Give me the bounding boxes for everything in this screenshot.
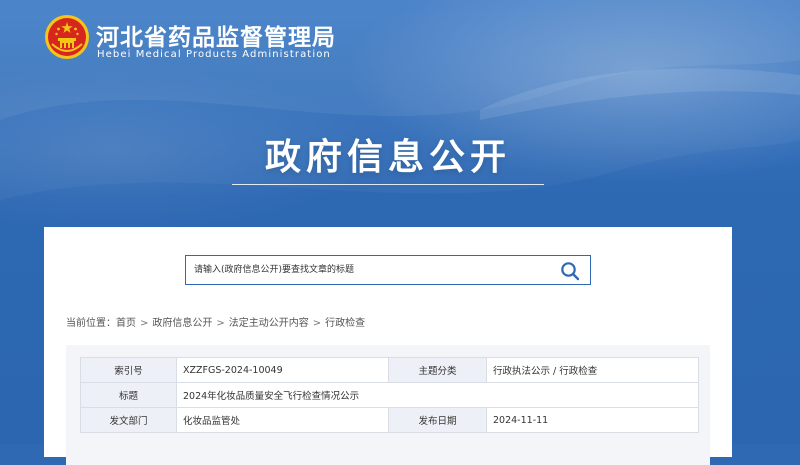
breadcrumb-statutory[interactable]: 法定主动公开内容 bbox=[229, 318, 309, 329]
search-input[interactable] bbox=[194, 256, 544, 284]
search-icon[interactable] bbox=[560, 261, 580, 281]
national-emblem-icon bbox=[45, 15, 89, 59]
breadcrumb-separator: > bbox=[140, 318, 149, 329]
page-title: 政府信息公开 bbox=[264, 137, 511, 178]
content-panel: 当前位置：首页>政府信息公开>法定主动公开内容>行政检查 索引号 XZZFGS-… bbox=[44, 227, 732, 465]
breadcrumb-admin-inspection[interactable]: 行政检查 bbox=[325, 318, 365, 329]
table-row: 索引号 XZZFGS-2024-10049 主题分类 行政执法公示 / 行政检查 bbox=[80, 357, 699, 383]
index-value: XZZFGS-2024-10049 bbox=[176, 357, 389, 383]
title-label: 标题 bbox=[80, 382, 177, 408]
date-value: 2024-11-11 bbox=[486, 407, 699, 433]
dept-value: 化妆品监管处 bbox=[176, 407, 389, 433]
info-section: 索引号 XZZFGS-2024-10049 主题分类 行政执法公示 / 行政检查… bbox=[66, 345, 710, 465]
topic-value: 行政执法公示 / 行政检查 bbox=[486, 357, 699, 383]
index-label: 索引号 bbox=[80, 357, 177, 383]
site-name-en: Hebei Medical Products Administration bbox=[97, 49, 331, 60]
search-box bbox=[185, 255, 591, 285]
breadcrumb-separator: > bbox=[312, 318, 322, 329]
breadcrumb-separator: > bbox=[216, 318, 225, 329]
topic-label: 主题分类 bbox=[388, 357, 487, 383]
breadcrumb-home[interactable]: 首页 bbox=[116, 318, 136, 329]
table-row: 标题 2024年化妆品质量安全飞行检查情况公示 bbox=[80, 382, 699, 408]
date-label: 发布日期 bbox=[388, 407, 487, 433]
document-info-table: 索引号 XZZFGS-2024-10049 主题分类 行政执法公示 / 行政检查… bbox=[80, 357, 699, 433]
title-underline bbox=[232, 184, 544, 185]
title-value: 2024年化妆品质量安全飞行检查情况公示 bbox=[176, 382, 699, 408]
breadcrumb: 当前位置：首页 > 政府信息公开 > 法定主动公开内容 > 行政检查 bbox=[66, 314, 365, 329]
breadcrumb-gov-info[interactable]: 政府信息公开 bbox=[152, 318, 212, 329]
breadcrumb-prefix: 当前位置： bbox=[66, 318, 116, 329]
site-name-cn[interactable]: 河北省药品监督管理局 bbox=[96, 18, 336, 52]
dept-label: 发文部门 bbox=[80, 407, 177, 433]
table-row: 发文部门 化妆品监管处 发布日期 2024-11-11 bbox=[80, 407, 699, 433]
